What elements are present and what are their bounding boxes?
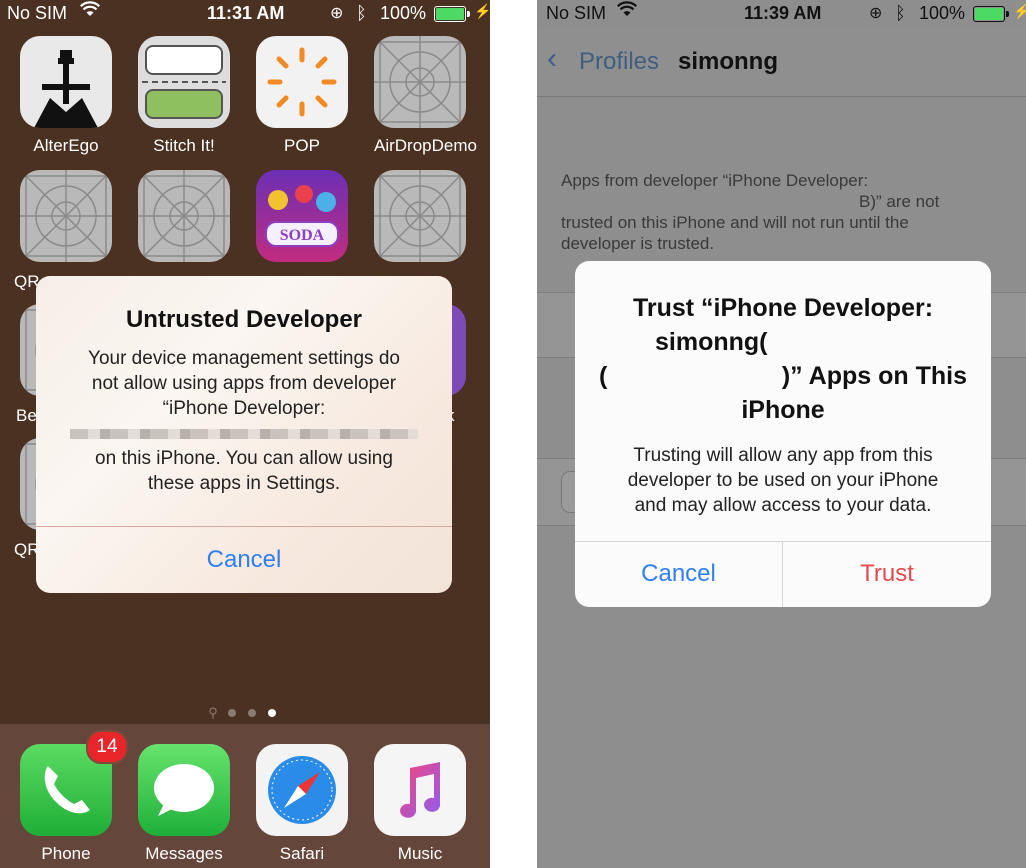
- charging-icon: ⚡: [1013, 3, 1026, 19]
- navigation-bar: ‹ Profiles simonng: [537, 28, 1026, 97]
- alert-message-line: on this iPhone. You can allow using: [95, 448, 393, 469]
- back-button[interactable]: Profiles: [579, 48, 659, 76]
- carrier-label: No SIM: [7, 3, 68, 23]
- placeholder-icon: [374, 36, 466, 128]
- stitch-icon: [138, 36, 230, 128]
- divider: [36, 526, 452, 527]
- dock-phone[interactable]: Phone 14: [20, 730, 128, 864]
- alert-title: Untrusted Developer: [125, 306, 363, 333]
- svg-text:SODA: SODA: [280, 227, 325, 244]
- settings-screen: No SIM 11:39 AM ⊕ ᛒ 100% ⚡ ‹ Profiles si…: [537, 0, 1026, 868]
- battery-icon: [973, 6, 1009, 22]
- title-suffix: )” Apps on This: [781, 362, 967, 390]
- alert-title-line: Trust “iPhone Developer:: [632, 294, 934, 322]
- alert-title-line: ( )” Apps on This: [575, 359, 991, 393]
- bluetooth-icon: ᛒ: [895, 3, 906, 23]
- page-dot: [227, 709, 236, 717]
- music-icon: [374, 744, 466, 836]
- app-candy-soda[interactable]: SODA: [256, 170, 348, 262]
- app-label: POP: [284, 136, 320, 155]
- untrusted-developer-alert: Untrusted Developer Your device manageme…: [36, 276, 452, 593]
- battery-icon: [434, 6, 470, 22]
- alert-message-line: Your device management settings do: [88, 348, 400, 369]
- battery-percent: 100%: [380, 3, 427, 23]
- dock-music[interactable]: Music: [374, 744, 466, 864]
- clock: 11:39 AM: [744, 3, 822, 23]
- battery-percent: 100%: [919, 3, 966, 23]
- app-label: Stitch It!: [153, 136, 215, 155]
- divider: [575, 541, 991, 542]
- alert-message-line: developer to be used on your iPhone: [627, 470, 939, 491]
- status-bar: No SIM 11:39 AM ⊕ ᛒ 100% ⚡: [537, 0, 1026, 28]
- app-label: Music: [397, 844, 443, 863]
- cancel-button[interactable]: Cancel: [575, 560, 782, 588]
- redacted-prefix: (: [599, 362, 608, 390]
- dock-safari[interactable]: Safari: [256, 744, 348, 864]
- placeholder-icon: [20, 170, 112, 262]
- clock: 11:31 AM: [207, 3, 285, 23]
- rotation-lock-icon: ⊕: [330, 5, 344, 22]
- carrier-label: No SIM: [546, 3, 607, 23]
- alert-message: Trusting will allow any app from this de…: [575, 443, 991, 518]
- placeholder-icon: [374, 170, 466, 262]
- messages-icon: [138, 744, 230, 836]
- alert-title: Trust “iPhone Developer: simonng( ( )” A…: [575, 291, 991, 427]
- candy-soda-icon: SODA: [256, 170, 348, 262]
- trust-button[interactable]: Trust: [783, 560, 991, 588]
- wifi-icon: [80, 1, 100, 22]
- trust-developer-alert: Trust “iPhone Developer: simonng( ( )” A…: [575, 261, 991, 607]
- nav-title: simonng: [678, 48, 778, 75]
- app-alterego[interactable]: AlterEgo: [20, 36, 112, 156]
- app-label: Messages: [145, 844, 223, 863]
- redacted-text: [36, 421, 452, 446]
- home-screen: No SIM 11:31 AM ⊕ ᛒ 100% ⚡ AlterEgo Stit…: [0, 0, 490, 868]
- description-line: B)” are not: [859, 192, 940, 211]
- description-line: developer is trusted.: [561, 234, 715, 253]
- alert-message: Your device management settings do not a…: [36, 346, 452, 496]
- search-icon: ⚲: [208, 705, 218, 720]
- page-indicator[interactable]: ⚲: [0, 704, 490, 722]
- description-line: Apps from developer “iPhone Developer:: [561, 171, 869, 190]
- description-line: trusted on this iPhone and will not run …: [561, 213, 909, 232]
- app-label: AirDropDemo: [374, 136, 477, 155]
- alert-title-line: simonng(: [655, 328, 768, 356]
- app-placeholder[interactable]: [374, 170, 466, 262]
- dock: Phone 14 Messages Safari Music: [0, 724, 490, 868]
- page-dot-active: [267, 709, 276, 717]
- pop-icon: [256, 36, 348, 128]
- app-pop[interactable]: POP: [256, 36, 348, 156]
- notification-badge: 14: [86, 730, 128, 764]
- dock-messages[interactable]: Messages: [138, 744, 230, 864]
- safari-icon: [256, 744, 348, 836]
- app-airdropdemo[interactable]: AirDropDemo: [374, 36, 477, 156]
- cancel-button[interactable]: Cancel: [36, 546, 452, 574]
- app-label: Safari: [279, 844, 325, 863]
- alert-message-line: “iPhone Developer:: [162, 398, 326, 419]
- status-bar: No SIM 11:31 AM ⊕ ᛒ 100% ⚡: [0, 0, 490, 28]
- app-stitch-it[interactable]: Stitch It!: [138, 36, 230, 156]
- placeholder-icon: [138, 170, 230, 262]
- alterego-icon: [20, 36, 112, 128]
- app-label: Be: [16, 406, 37, 425]
- alert-message-line: and may allow access to your data.: [634, 495, 932, 516]
- page-dot: [247, 709, 256, 717]
- trust-description: Apps from developer “iPhone Developer: B…: [561, 170, 1006, 254]
- app-qr-1[interactable]: [20, 170, 112, 262]
- alert-message-line: not allow using apps from developer: [91, 373, 397, 394]
- app-label: AlterEgo: [33, 136, 99, 155]
- app-label: Phone: [41, 844, 91, 863]
- rotation-lock-icon: ⊕: [869, 5, 883, 22]
- alert-message-line: these apps in Settings.: [147, 473, 341, 494]
- wifi-icon: [617, 1, 637, 22]
- bluetooth-icon: ᛒ: [356, 3, 367, 23]
- chevron-left-icon[interactable]: ‹: [547, 42, 557, 76]
- alert-title-line: iPhone: [741, 396, 825, 424]
- charging-icon: ⚡: [474, 3, 490, 19]
- app-placeholder[interactable]: [138, 170, 230, 262]
- alert-message-line: Trusting will allow any app from this: [633, 445, 933, 466]
